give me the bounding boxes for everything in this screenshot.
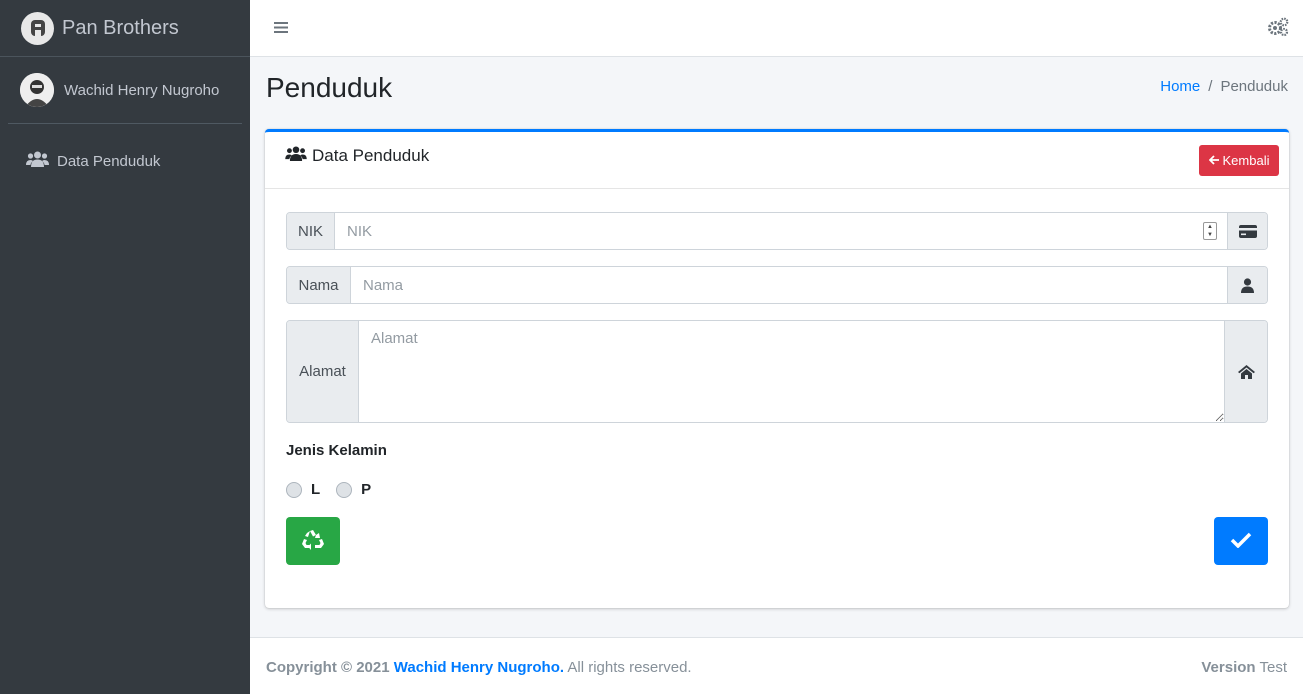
reset-button[interactable] (286, 517, 340, 565)
user-name: Wachid Henry Nugroho (64, 81, 220, 99)
rights-text: All rights reserved. (567, 659, 692, 676)
sidebar-nav: Data Penduduk (0, 146, 250, 176)
nama-label: Nama (287, 267, 351, 303)
topbar (250, 0, 1303, 57)
menu-toggle-icon[interactable] (274, 20, 288, 39)
back-button[interactable]: Kembali (1199, 145, 1279, 176)
spinner-up-icon[interactable]: ▲ (1204, 223, 1216, 231)
spinner-down-icon[interactable]: ▼ (1204, 231, 1216, 239)
radio-l-label: L (311, 481, 321, 498)
penduduk-form: NIK ▲ ▼ Nama Alamat J (286, 212, 1268, 565)
sidebar: Pan Brothers Wachid Henry Nugroho Data P… (0, 0, 250, 694)
gender-option-p[interactable]: P (336, 481, 371, 498)
breadcrumb: Home / Penduduk (1160, 78, 1288, 95)
version-value: Test (1259, 659, 1287, 676)
nama-input[interactable] (351, 267, 1227, 303)
submit-button[interactable] (1214, 517, 1268, 565)
users-icon (26, 151, 49, 171)
card-header: Data Penduduk Kembali (265, 132, 1289, 189)
check-icon (1230, 532, 1252, 551)
gender-label: Jenis Kelamin (286, 442, 387, 459)
card-title: Data Penduduk (285, 146, 429, 166)
form-actions (286, 517, 1268, 565)
breadcrumb-home-link[interactable]: Home (1160, 78, 1200, 95)
home-icon (1224, 321, 1267, 422)
id-card-icon (1227, 213, 1267, 249)
nik-input[interactable] (335, 213, 1203, 249)
alamat-textarea[interactable] (359, 321, 1224, 422)
page-title: Penduduk (266, 72, 393, 103)
sidebar-item-data-penduduk[interactable]: Data Penduduk (0, 146, 250, 176)
recycle-icon (301, 529, 325, 554)
nama-input-group: Nama (286, 266, 1268, 304)
nik-input-group: NIK ▲ ▼ (286, 212, 1268, 250)
brand-name: Pan Brothers (62, 16, 179, 39)
version-label: Version (1201, 659, 1256, 676)
footer: Copyright © 2021 Wachid Henry Nugroho. A… (250, 637, 1303, 694)
copyright-prefix: Copyright © 2021 (266, 659, 390, 676)
gender-option-l[interactable]: L (286, 481, 320, 498)
avatar (20, 73, 54, 107)
brand-logo-icon (21, 11, 54, 45)
footer-copyright: Copyright © 2021 Wachid Henry Nugroho. A… (266, 659, 692, 676)
radio-p[interactable] (336, 481, 353, 498)
radio-l[interactable] (286, 481, 302, 498)
breadcrumb-separator: / (1208, 78, 1213, 95)
sidebar-item-label: Data Penduduk (57, 152, 161, 170)
users-icon (285, 146, 307, 166)
alamat-input-group: Alamat (286, 320, 1268, 423)
gender-radio-group: L P (286, 481, 1268, 498)
back-button-label: Kembali (1222, 153, 1270, 168)
data-penduduk-card: Data Penduduk Kembali NIK ▲ ▼ Nama (265, 129, 1289, 608)
gears-icon[interactable] (1267, 17, 1289, 42)
alamat-label: Alamat (287, 321, 359, 422)
nik-spinner[interactable]: ▲ ▼ (1203, 222, 1217, 240)
footer-version: Version Test (1201, 659, 1287, 676)
user-icon (1227, 267, 1267, 303)
card-title-text: Data Penduduk (312, 146, 430, 165)
user-panel[interactable]: Wachid Henry Nugroho (8, 57, 242, 124)
arrow-left-icon (1208, 153, 1220, 168)
radio-p-label: P (361, 481, 372, 498)
brand-link[interactable]: Pan Brothers (0, 0, 250, 57)
breadcrumb-current: Penduduk (1220, 78, 1288, 95)
author-link[interactable]: Wachid Henry Nugroho. (394, 659, 564, 676)
nik-label: NIK (287, 213, 335, 249)
